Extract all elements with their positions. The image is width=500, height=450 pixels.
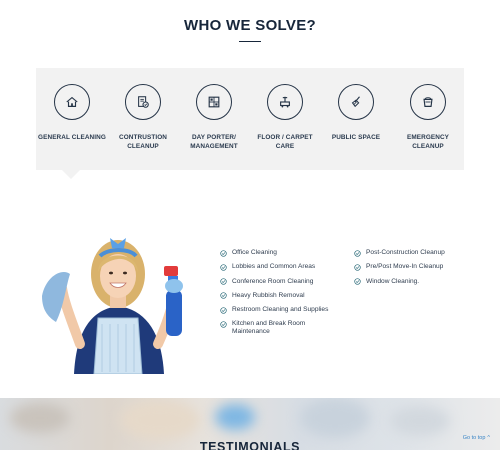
check-circle-icon [354,249,361,257]
building-window-icon [196,84,232,120]
service-label: FLOOR / CARPET CARE [257,134,313,150]
check-circle-icon [220,249,227,257]
check-circle-icon [354,278,361,285]
list-item: Window Cleaning. [354,278,476,286]
list-item: Post-Construction Cleanup [354,249,476,257]
testimonials-title: TESTIMONIALS [199,440,301,450]
check-circle-icon [220,307,227,314]
service-public-space[interactable]: PUBLIC SPACE [320,84,392,143]
service-label: EMERGENCY CLEANUP [406,134,450,150]
go-to-top-link[interactable]: Go to top ^ [463,435,490,441]
service-label: CONTRUSTION CLEANUP [119,134,167,150]
floor-scrubber-icon [267,84,303,120]
check-circle-icon [220,292,227,300]
list-item: Restroom Cleaning and Supplies [220,306,342,314]
cleaner-illustration [42,238,183,374]
active-service-pointer [62,170,80,179]
service-emergency-cleanup[interactable]: EMERGENCY CLEANUP [392,84,464,151]
check-circle-icon [354,264,361,271]
list-item: Heavy Rubbish Removal [220,292,342,300]
title-divider [239,41,261,42]
check-circle-icon [220,278,227,285]
list-item: Office Cleaning [220,249,342,257]
mop-icon [338,84,374,120]
list-item: Conference Room Cleaning [220,278,342,286]
service-label: PUBLIC SPACE [331,134,381,141]
service-label: GENERAL CLEANING [38,134,106,141]
list-item: Kitchen and Break Room Maintenance [220,320,342,336]
services-panel: GENERAL CLEANING CONTRUSTION CLEANUP DAY… [36,68,464,170]
section-title: WHO WE SOLVE? [184,17,316,34]
check-circle-icon [220,321,227,328]
construction-document-icon [125,84,161,120]
home-icon [54,84,90,120]
services-list-right: Post-Construction Cleanup Pre/Post Move-… [354,249,476,292]
chevron-up-icon: ^ [487,435,490,441]
service-floor-carpet[interactable]: FLOOR / CARPET CARE [249,84,321,151]
list-item: Pre/Post Move-In Cleanup [354,263,476,271]
service-general-cleaning[interactable]: GENERAL CLEANING [36,84,108,143]
service-label: DAY PORTER/ MANAGEMENT [190,134,238,150]
service-construction-cleanup[interactable]: CONTRUSTION CLEANUP [107,84,179,151]
bucket-icon [410,84,446,120]
list-item: Lobbies and Common Areas [220,263,342,271]
service-day-porter[interactable]: DAY PORTER/ MANAGEMENT [178,84,250,151]
check-circle-icon [220,264,227,271]
services-list-left: Office Cleaning Lobbies and Common Areas… [220,249,342,343]
